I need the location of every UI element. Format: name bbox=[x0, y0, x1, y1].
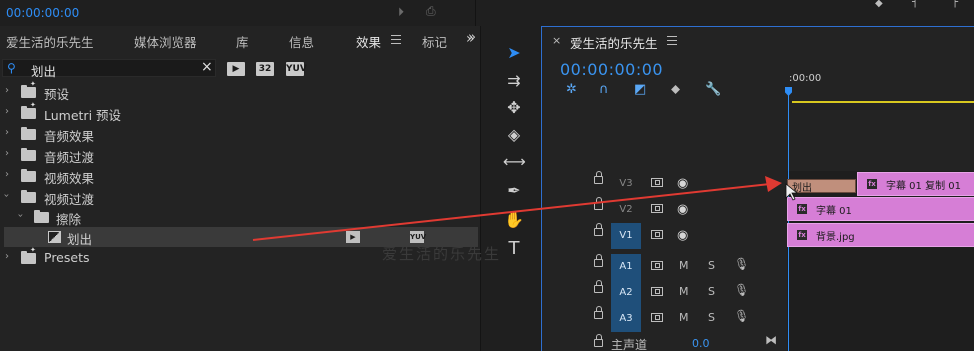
arrow-line bbox=[252, 183, 771, 241]
mouse-cursor-icon bbox=[785, 183, 799, 201]
arrow-head bbox=[765, 176, 782, 192]
drag-arrow bbox=[252, 176, 799, 241]
